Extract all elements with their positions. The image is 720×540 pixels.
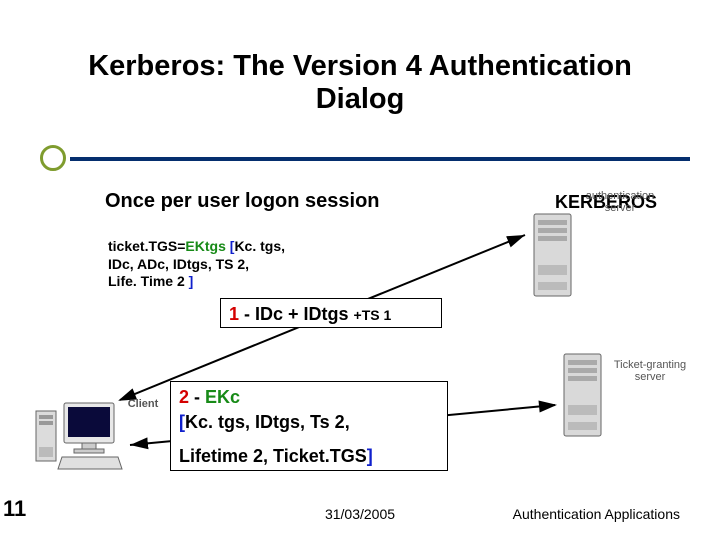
m2-close-bracket: ] [367, 446, 373, 466]
ticket-tgs-text: ticket.TGS=EKtgs [Kc. tgs, IDc, ADc, IDt… [108, 238, 318, 291]
client-label: Client [118, 398, 168, 410]
slide-title: Kerberos: The Version 4 Authentication D… [62, 50, 658, 117]
m1-ts: +TS 1 [354, 307, 392, 323]
m2-dash: - [194, 387, 205, 407]
ticket-body1: Kc. tgs, [234, 238, 285, 254]
slide: { "title": "Kerberos: The Version 4 Auth… [0, 0, 720, 540]
m1-body: IDc + IDtgs [255, 304, 354, 324]
m2-line3: Lifetime 2, Ticket.TGS [179, 446, 367, 466]
message-2-box: 2 - EKc [Kc. tgs, IDtgs, Ts 2, Lifetime … [170, 381, 448, 471]
ticket-close-bracket: ] [189, 273, 194, 289]
auth-server-label: authentication server [575, 191, 665, 214]
title-rule-bar [70, 157, 690, 161]
m2-ekc: EKc [205, 387, 240, 407]
m2-number: 2 [179, 387, 194, 407]
ticket-prefix: ticket.TGS= [108, 238, 185, 254]
tgs-server-label: Ticket-granting server [600, 360, 700, 383]
ticket-body2: IDc, ADc, IDtgs, TS 2, [108, 256, 249, 272]
m2-line2: Kc. tgs, IDtgs, Ts 2, [185, 412, 350, 432]
ticket-ektgs: EKtgs [185, 238, 229, 254]
message-1-box: 1 - IDc + IDtgs +TS 1 [220, 298, 442, 328]
session-subtitle: Once per user logon session [105, 190, 380, 213]
ticket-body3: Life. Time 2 [108, 273, 189, 289]
footer-right: Authentication Applications [513, 506, 680, 522]
client-icon [34, 393, 124, 473]
auth-server-icon [530, 210, 575, 300]
title-rule [30, 149, 690, 165]
m1-number: 1 [229, 304, 244, 324]
tgs-server-icon [560, 350, 605, 440]
title-rule-dot [40, 145, 66, 171]
m1-dash: - [244, 304, 255, 324]
